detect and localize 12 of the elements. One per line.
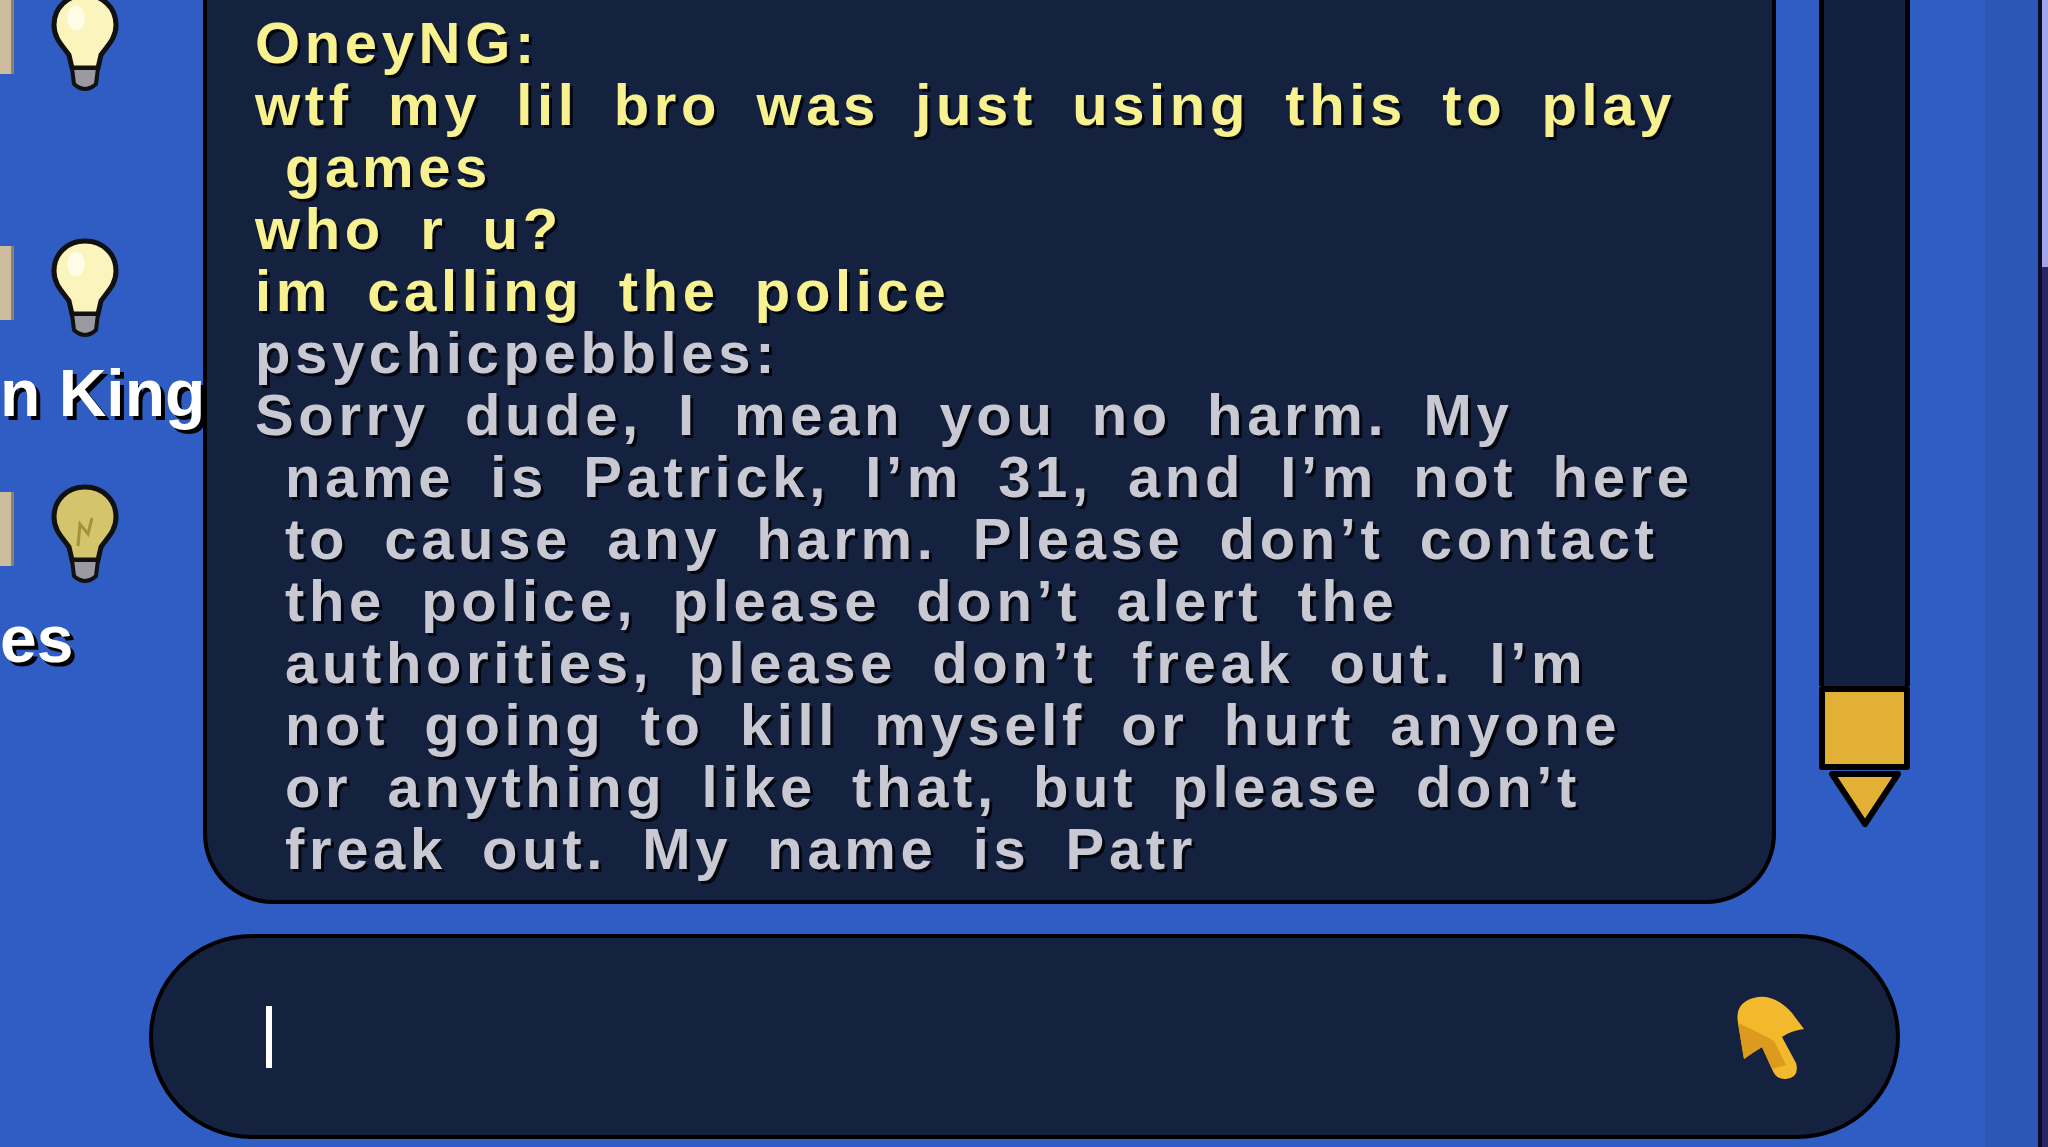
- player-name: es: [0, 606, 74, 672]
- chat-author: OneyNG:: [255, 12, 539, 74]
- text-cursor-icon: [266, 1005, 272, 1068]
- strip-icon: [0, 246, 14, 320]
- chat-message: im calling the police: [255, 260, 952, 322]
- chat-message: Sorry dude, I mean you no harm. My name is Patrick, I’m 31, and I’m not here to cause any harm. Please don’t contact the police, please don’t alert the authorities, please don’t freak out. I’m not going to kill myself or hurt anyone or anything like that, but please don’t freak out. My name is Patr: [255, 384, 1695, 880]
- chat-author: psychicpebbles:: [255, 322, 780, 384]
- down-arrow-icon[interactable]: [1827, 770, 1902, 828]
- strip-icon: [0, 492, 14, 566]
- scrollbar-thumb[interactable]: [1819, 686, 1910, 770]
- strip-icon: [0, 0, 14, 74]
- chat-message: who r u?: [255, 198, 564, 260]
